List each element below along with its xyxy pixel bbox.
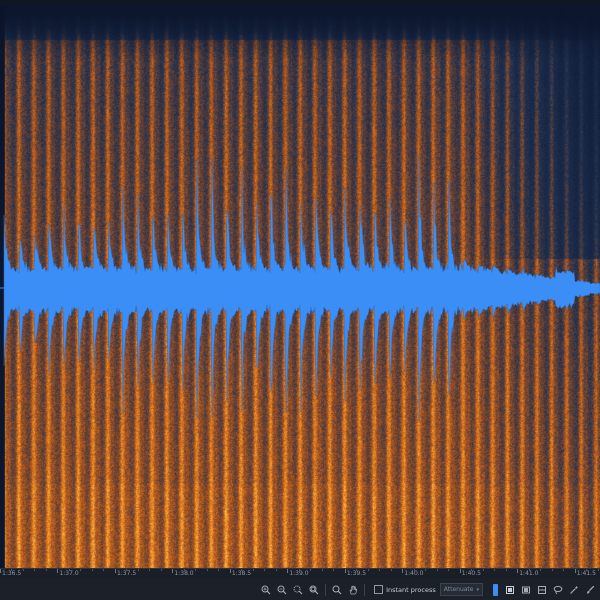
lasso-icon[interactable]	[551, 583, 565, 597]
timeline-minor-tick	[298, 569, 300, 571]
toolbar-separator	[364, 583, 366, 596]
chevron-down-icon: ▾	[476, 586, 479, 593]
timeline-minor-tick	[551, 569, 553, 571]
timeline-minor-tick	[413, 569, 415, 571]
timeline-minor-tick	[149, 569, 151, 571]
instant-process-label: Instant process	[386, 585, 436, 594]
timeline-tick-label: 1:37.5	[116, 570, 137, 577]
timeline-minor-tick	[68, 569, 70, 571]
timeline-minor-tick	[471, 569, 473, 571]
timeline-minor-tick	[45, 569, 47, 571]
time-select-icon[interactable]	[519, 583, 533, 597]
spectral-editor: 1:36.5 1:37.0 1:37.5 1:38.0 1:38.5 1:39.0 1:39…	[0, 0, 600, 600]
toolbar-separator	[325, 583, 327, 596]
timeline-tick-label: 1:37.0	[59, 570, 79, 577]
timeline-tick-label: 1:39.5	[346, 570, 367, 577]
timeline-minor-tick	[528, 569, 530, 571]
timeline-minor-tick	[275, 569, 277, 571]
blue-mode-icon[interactable]	[493, 583, 498, 596]
timeline-minor-tick	[252, 569, 254, 571]
timeline-minor-tick	[367, 569, 369, 571]
timeline-minor-tick	[34, 569, 36, 571]
timeline-ruler[interactable]: 1:36.5 1:37.0 1:37.5 1:38.0 1:38.5 1:39.0 1:39…	[0, 568, 600, 579]
timeline-tick-label: 1:38.0	[174, 570, 194, 577]
timeline-minor-tick	[195, 569, 197, 571]
timeline-minor-tick	[264, 569, 266, 571]
timeline-minor-tick	[241, 569, 243, 571]
instant-process-checkbox[interactable]	[374, 585, 384, 594]
magnifier-icon[interactable]	[330, 583, 344, 597]
timeline-minor-tick	[494, 569, 496, 571]
timeline-tick-label: 1:39.0	[289, 570, 309, 577]
process-mode-value: Attenuate	[443, 586, 474, 593]
timeline-minor-tick	[137, 569, 139, 571]
timeline-minor-tick	[586, 569, 588, 571]
timeline-minor-tick	[333, 569, 335, 571]
magic-wand-icon[interactable]	[567, 583, 581, 597]
timeline-minor-tick	[160, 569, 162, 571]
zoom-fit-icon[interactable]	[307, 583, 321, 597]
timeline-minor-tick	[540, 569, 542, 571]
timeline-minor-tick	[80, 569, 82, 571]
timeline-minor-tick	[126, 569, 128, 571]
freq-select-icon[interactable]	[535, 583, 549, 597]
timeline-minor-tick	[482, 569, 484, 571]
timeline-minor-tick	[425, 569, 427, 571]
timeline-minor-tick	[103, 569, 105, 571]
timeline-minor-tick	[448, 569, 450, 571]
process-mode-select[interactable]: Attenuate ▾	[439, 583, 483, 596]
zoom-in-icon[interactable]	[259, 583, 273, 597]
timeline-minor-tick	[563, 569, 565, 571]
timeline-minor-tick	[183, 569, 185, 571]
brush-icon[interactable]	[583, 583, 597, 597]
rect-select-icon[interactable]	[503, 583, 517, 597]
timeline-minor-tick	[436, 569, 438, 571]
timeline-minor-tick	[91, 569, 93, 571]
hand-icon[interactable]	[346, 583, 360, 597]
timeline-minor-tick	[321, 569, 323, 571]
instant-process-toggle[interactable]: Instant process	[374, 585, 436, 594]
spectrogram-view[interactable]	[0, 6, 600, 568]
timeline-minor-tick	[206, 569, 208, 571]
waveform-overlay	[0, 155, 600, 421]
timeline-tick-label: 1:40.0	[404, 570, 424, 577]
timeline-minor-tick	[505, 569, 507, 571]
timeline-minor-tick	[379, 569, 381, 571]
timeline-tick-label: 1:41.0	[519, 570, 539, 577]
zoom-selection-icon[interactable]	[291, 583, 305, 597]
timeline-minor-tick	[11, 569, 13, 571]
timeline-minor-tick	[22, 569, 24, 571]
zoom-out-icon[interactable]	[275, 583, 289, 597]
waveform-shape	[3, 155, 600, 421]
bottom-toolbar: Instant process Attenuate ▾	[0, 579, 600, 600]
timeline-tick-label: 1:41.5	[576, 570, 596, 577]
timeline-minor-tick	[356, 569, 358, 571]
timeline-tick-label: 1:36.5	[2, 570, 22, 577]
timeline-minor-tick	[310, 569, 312, 571]
timeline-tick-label: 1:38.5	[231, 570, 252, 577]
timeline-minor-tick	[218, 569, 220, 571]
timeline-tick-label: 1:40.5	[461, 570, 481, 577]
timeline-minor-tick	[597, 569, 599, 571]
timeline-minor-tick	[390, 569, 392, 571]
